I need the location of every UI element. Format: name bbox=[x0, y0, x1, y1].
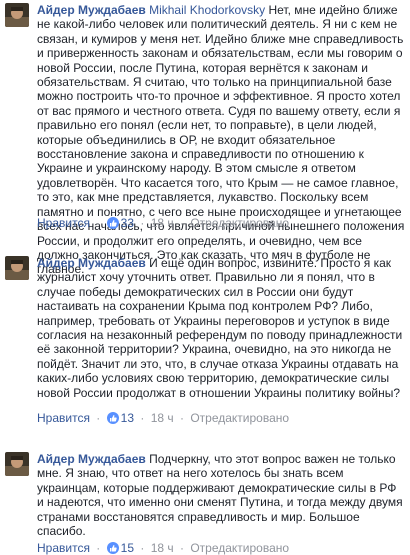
comment: Айдер Муждабаев Подчеркну, что этот вопр… bbox=[0, 452, 410, 555]
comment-time[interactable]: 18 ч bbox=[151, 216, 174, 230]
author-avatar[interactable] bbox=[5, 3, 29, 27]
reaction-count[interactable]: 15 bbox=[121, 541, 134, 555]
comment-body: Айдер Муждабаев Mikhail Khodorkovsky Нет… bbox=[37, 3, 405, 277]
author-avatar[interactable] bbox=[5, 452, 29, 476]
comment-text: И ещё один вопрос, извините. Просто я ка… bbox=[37, 256, 403, 400]
comment-time[interactable]: 18 ч bbox=[151, 411, 174, 425]
edited-label[interactable]: Отредактировано bbox=[190, 411, 289, 425]
comment: Айдер Муждабаев Mikhail Khodorkovsky Нет… bbox=[0, 3, 410, 276]
comment-body: Айдер Муждабаев Подчеркну, что этот вопр… bbox=[37, 452, 405, 538]
like-icon[interactable] bbox=[106, 217, 119, 229]
edited-label[interactable]: Отредактировано bbox=[190, 541, 289, 555]
reaction-count[interactable]: 33 bbox=[121, 216, 134, 230]
comment-body: Айдер Муждабаев И ещё один вопрос, извин… bbox=[37, 256, 405, 400]
comment-text: Нет, мне идейно ближе не какой-либо чело… bbox=[37, 3, 405, 277]
comment-actions: Нравится · 33 · 18 ч · Отредактировано bbox=[37, 216, 290, 230]
comment-mention[interactable]: Mikhail Khodorkovsky bbox=[149, 3, 265, 17]
comment-actions: Нравится · 13 · 18 ч · Отредактировано bbox=[37, 411, 290, 425]
comment-author[interactable]: Айдер Муждабаев bbox=[37, 256, 146, 270]
comment-actions: Нравится · 15 · 18 ч · Отредактировано bbox=[37, 541, 290, 555]
edited-label[interactable]: Отредактировано bbox=[190, 216, 289, 230]
comment-author[interactable]: Айдер Муждабаев bbox=[37, 452, 146, 466]
author-avatar[interactable] bbox=[5, 256, 29, 280]
reaction-count[interactable]: 13 bbox=[121, 411, 134, 425]
like-icon[interactable] bbox=[106, 542, 119, 554]
comment-time[interactable]: 18 ч bbox=[151, 541, 174, 555]
like-icon[interactable] bbox=[106, 412, 119, 424]
comment-author[interactable]: Айдер Муждабаев bbox=[37, 3, 146, 17]
comment: Айдер Муждабаев И ещё один вопрос, извин… bbox=[0, 256, 410, 431]
like-link[interactable]: Нравится bbox=[37, 541, 90, 555]
like-link[interactable]: Нравится bbox=[37, 216, 90, 230]
like-link[interactable]: Нравится bbox=[37, 411, 90, 425]
